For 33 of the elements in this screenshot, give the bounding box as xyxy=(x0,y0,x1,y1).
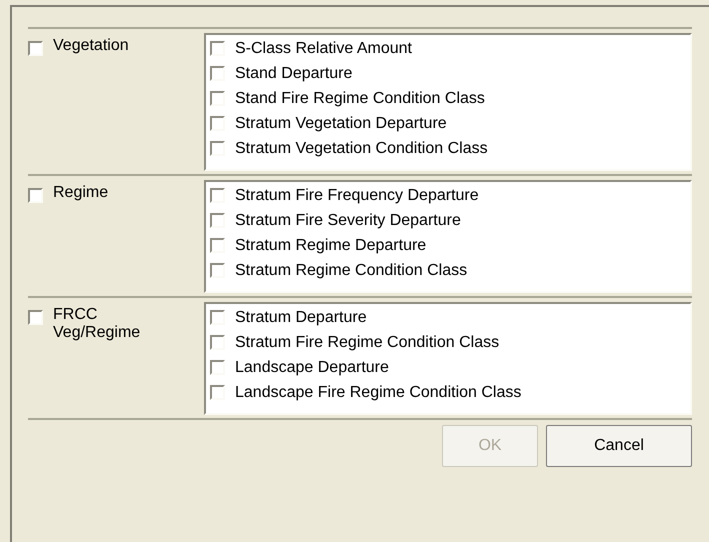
checkbox[interactable] xyxy=(210,141,225,156)
group-label: Regime xyxy=(53,184,108,202)
option-label: Stratum Vegetation Departure xyxy=(235,114,447,134)
checkbox[interactable] xyxy=(210,66,225,81)
dialog-button[interactable]: Cancel xyxy=(546,425,692,467)
checkbox[interactable] xyxy=(210,385,225,400)
checkbox[interactable] xyxy=(210,41,225,56)
option-label: Stand Departure xyxy=(235,64,352,84)
checkbox[interactable] xyxy=(210,213,225,228)
option-label: Stratum Fire Severity Departure xyxy=(235,210,461,230)
group-label: FRCC Veg/Regime xyxy=(53,306,140,342)
checkbox[interactable] xyxy=(28,41,43,56)
option-label: Landscape Fire Regime Condition Class xyxy=(235,382,522,402)
checkbox[interactable] xyxy=(210,263,225,278)
checkbox[interactable] xyxy=(28,310,43,325)
checkbox[interactable] xyxy=(210,238,225,253)
option-label: Stratum Regime Departure xyxy=(235,236,426,256)
checkbox[interactable] xyxy=(210,335,225,350)
option-label: Stratum Fire Frequency Departure xyxy=(235,186,479,206)
option-label: Stratum Fire Regime Condition Class xyxy=(235,332,500,352)
option-label: Stand Fire Regime Condition Class xyxy=(235,88,485,108)
option-label: Landscape Departure xyxy=(235,358,389,378)
checkbox[interactable] xyxy=(210,310,225,325)
option-label: S-Class Relative Amount xyxy=(235,38,412,58)
group-label: Vegetation xyxy=(53,37,129,55)
checkbox[interactable] xyxy=(210,188,225,203)
checkbox[interactable] xyxy=(28,188,43,203)
checkbox[interactable] xyxy=(210,91,225,106)
option-label: Stratum Regime Condition Class xyxy=(235,260,468,280)
option-label: Stratum Departure xyxy=(235,308,367,328)
checkbox[interactable] xyxy=(210,360,225,375)
checkbox[interactable] xyxy=(210,116,225,131)
option-label: Stratum Vegetation Condition Class xyxy=(235,138,488,158)
